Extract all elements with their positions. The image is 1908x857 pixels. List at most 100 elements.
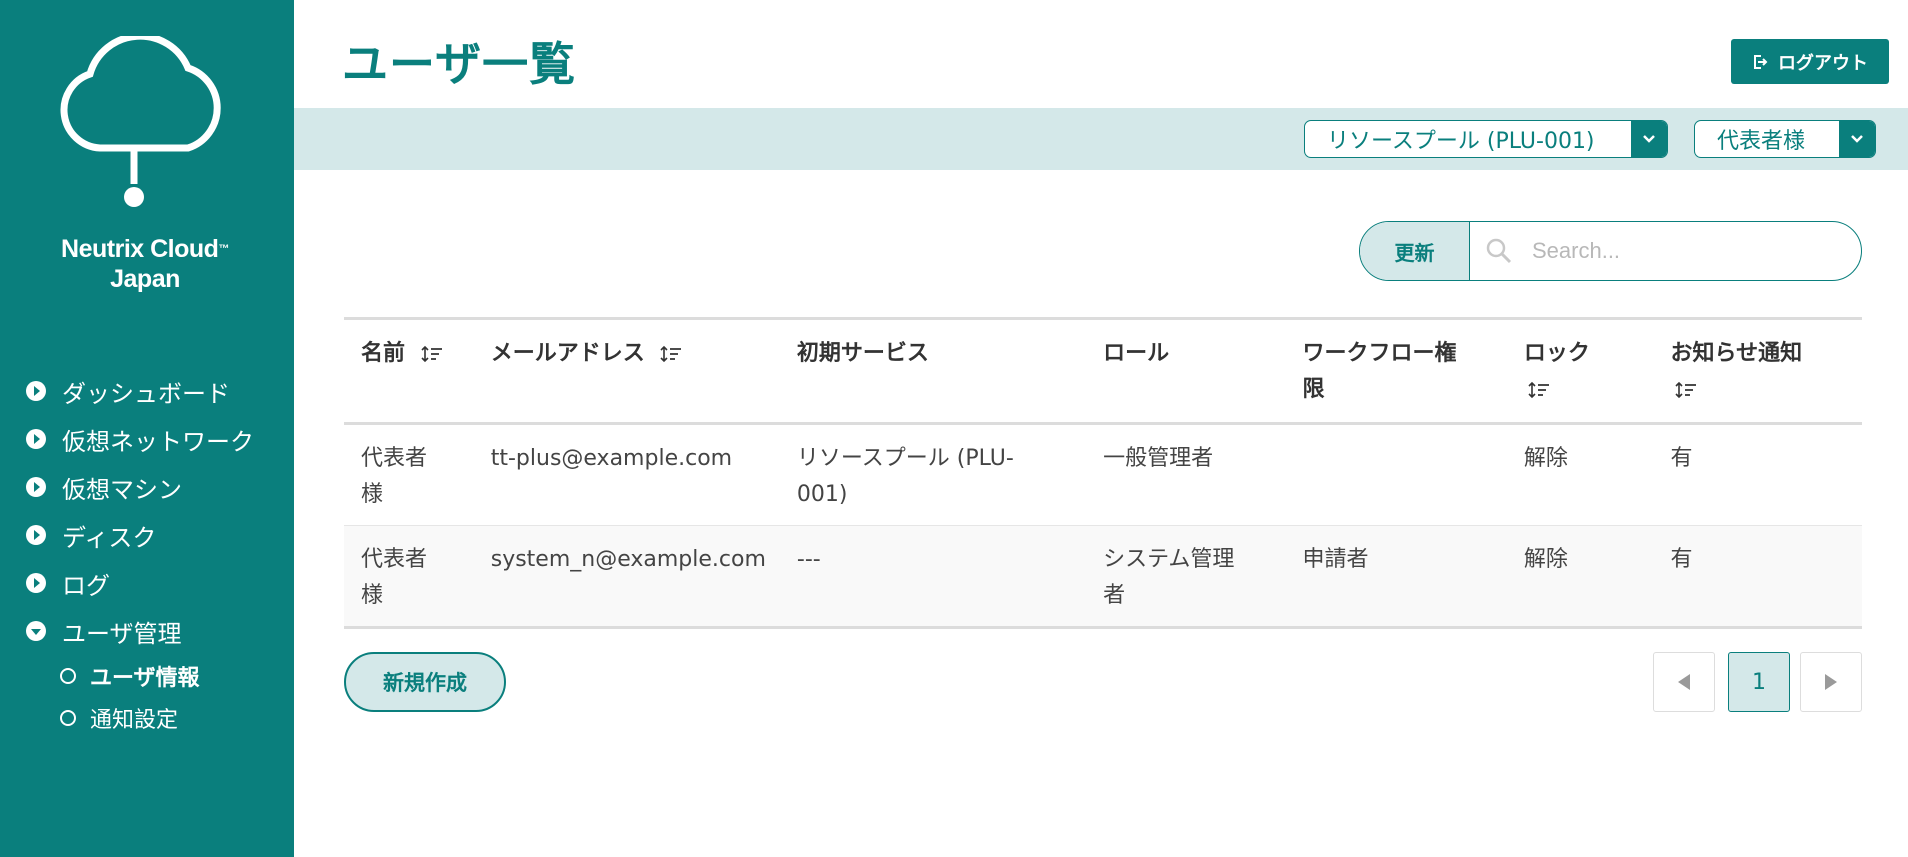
cell-text: 一般管理者 [1103, 446, 1214, 471]
sidebar-subitem-label: 通知設定 [90, 708, 179, 733]
col-header-workflow: ワークフロー権 限 [1285, 318, 1507, 425]
col-header-role: ロール [1086, 318, 1286, 425]
sidebar-item-label: ダッシュボード [62, 379, 230, 408]
chevron-down-icon [1631, 121, 1667, 157]
sidebar: Neutrix Cloud™ Japan ダッシュボード 仮想ネットワーク 仮想… [0, 0, 294, 857]
search-toolbar: 更新 [1359, 221, 1862, 281]
cell-text: 様 [361, 482, 384, 507]
search-input[interactable] [1532, 238, 1832, 264]
pagination-page-button[interactable]: 1 [1728, 652, 1790, 712]
pagination-next-button[interactable] [1800, 652, 1862, 712]
table-header-row: 名前 メールアドレス 初期サービス ロール ワークフロー権 限 ロック お知らせ… [344, 318, 1862, 425]
cell-lock: 解除 [1506, 525, 1654, 628]
cell-text: 代表者 [361, 547, 428, 572]
cell-text: 001) [796, 482, 848, 507]
table-row[interactable]: 代表者様 tt-plus@example.com リソースプール (PLU- 00… [344, 424, 1862, 526]
refresh-button[interactable]: 更新 [1360, 222, 1470, 280]
col-header-label-cont: 限 [1302, 377, 1325, 402]
user-table: 名前 メールアドレス 初期サービス ロール ワークフロー権 限 ロック お知らせ… [344, 317, 1862, 629]
search-icon [1486, 238, 1512, 264]
sidebar-subitem-user-info[interactable]: ユーザ情報 [0, 655, 294, 697]
logout-label: ログアウト [1778, 52, 1868, 74]
chevron-right-circle-icon [26, 525, 46, 545]
cell-lock: 解除 [1523, 446, 1568, 471]
cell-text: 代表者 [361, 446, 428, 471]
chevron-right-circle-icon [26, 429, 46, 449]
user-select[interactable]: 代表者様 [1694, 120, 1876, 158]
sidebar-item-label: ディスク [62, 523, 157, 552]
col-header-label: 初期サービス [796, 341, 929, 366]
col-header-name[interactable]: 名前 [344, 318, 474, 425]
cell-workflow: 申請者 [1285, 525, 1507, 628]
cell-role: システム管理者 [1086, 525, 1286, 628]
cell-name: 代表者様 [344, 525, 474, 628]
chevron-down-circle-icon [26, 621, 46, 641]
cell-role: 一般管理者 [1086, 424, 1285, 526]
col-header-email[interactable]: メールアドレス [473, 318, 780, 425]
cell-email: system_n@example.com [473, 525, 780, 628]
triangle-right-icon [1825, 674, 1837, 690]
user-select-value: 代表者様 [1717, 129, 1806, 154]
cell-text: 者 [1103, 583, 1126, 608]
circle-icon [60, 668, 76, 684]
chevron-right-circle-icon [26, 381, 46, 401]
chevron-right-circle-icon [26, 573, 46, 593]
col-header-lock[interactable]: ロック [1506, 318, 1654, 425]
cell-text: 様 [361, 583, 384, 608]
col-header-label: ロック [1523, 341, 1590, 366]
logout-icon [1754, 54, 1768, 69]
search-box [1470, 222, 1861, 280]
cell-text: リソースプール (PLU- [796, 446, 1014, 471]
filter-bar: リソースプール (PLU-001) 代表者様 [294, 108, 1908, 170]
sidebar-item-virtual-machine[interactable]: 仮想マシン [0, 463, 294, 511]
circle-icon [60, 710, 76, 726]
cell-email: tt-plus@example.com [490, 446, 733, 471]
col-header-label: ロール [1103, 341, 1170, 366]
sidebar-item-virtual-network[interactable]: 仮想ネットワーク [0, 415, 294, 463]
table-row[interactable]: 代表者様 system_n@example.com --- システム管理者 申請… [344, 525, 1862, 628]
sidebar-item-user-management[interactable]: ユーザ管理 [0, 607, 294, 655]
sort-icon [421, 345, 442, 363]
cloud-logo-icon [60, 36, 221, 207]
col-header-label: メールアドレス [490, 341, 645, 366]
sort-icon [1674, 381, 1696, 399]
sort-icon [1528, 381, 1549, 399]
sidebar-item-label: ログ [62, 571, 110, 600]
cell-workflow [1286, 424, 1507, 526]
pagination-prev-button[interactable] [1653, 652, 1715, 712]
chevron-right-circle-icon [26, 477, 46, 497]
sidebar-item-label: 仮想ネットワーク [62, 427, 254, 456]
resource-pool-select[interactable]: リソースプール (PLU-001) [1304, 120, 1668, 158]
chevron-down-icon [1839, 121, 1875, 157]
brand-name: Neutrix Cloud™ Japan [0, 234, 290, 294]
cell-service: リソースプール (PLU- 001) [780, 424, 1086, 526]
page-title: ユーザ一覧 [342, 37, 577, 91]
col-header-service: 初期サービス [779, 318, 1087, 425]
create-new-button[interactable]: 新規作成 [344, 652, 506, 712]
cell-text: --- [796, 547, 821, 572]
trademark: ™ [218, 243, 229, 255]
logout-button[interactable]: ログアウト [1731, 39, 1889, 84]
sidebar-item-log[interactable]: ログ [0, 559, 294, 607]
col-header-notify[interactable]: お知らせ通知 [1653, 318, 1862, 425]
col-header-label: お知らせ通知 [1670, 341, 1803, 366]
col-header-label: 名前 [361, 341, 406, 366]
sidebar-item-dashboard[interactable]: ダッシュボード [0, 367, 294, 415]
sort-icon [660, 345, 682, 363]
sidebar-item-label: 仮想マシン [62, 475, 182, 504]
sidebar-nav: ダッシュボード 仮想ネットワーク 仮想マシン ディスク ログ ユーザ管理 ユーザ… [0, 367, 294, 739]
triangle-left-icon [1678, 674, 1690, 690]
brand-line1: Neutrix Cloud [61, 235, 219, 263]
cell-notify: 有 [1670, 446, 1693, 471]
cell-service: --- [779, 525, 1087, 628]
sidebar-subitem-label: ユーザ情報 [90, 666, 200, 691]
resource-pool-value: リソースプール (PLU-001) [1327, 129, 1595, 154]
cell-name: 代表者様 [344, 424, 474, 526]
sidebar-item-disk[interactable]: ディスク [0, 511, 294, 559]
sidebar-subitem-notification-settings[interactable]: 通知設定 [0, 697, 294, 739]
cell-text: システム管理 [1103, 547, 1235, 572]
cell-notify: 有 [1653, 525, 1862, 628]
col-header-label: ワークフロー権 [1302, 341, 1457, 366]
sidebar-item-label: ユーザ管理 [62, 619, 182, 648]
brand-line2: Japan [110, 265, 180, 293]
